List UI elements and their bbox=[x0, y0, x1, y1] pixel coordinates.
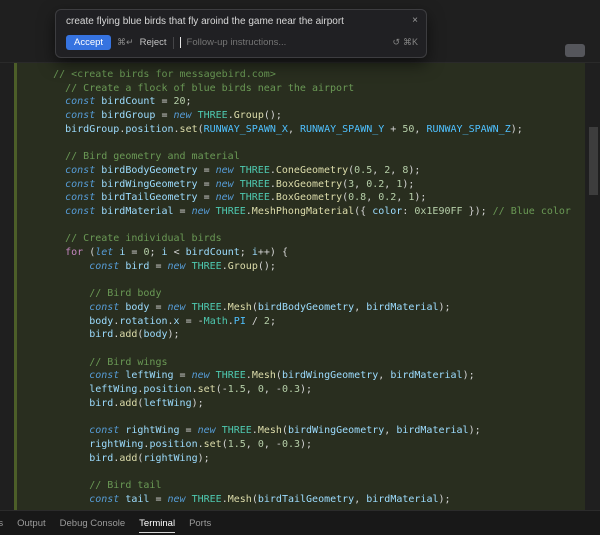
followup-keybind-group: ↺ ⌘K bbox=[392, 37, 418, 48]
code-line: body.rotation.x = -Math.PI / 2; bbox=[89, 315, 276, 327]
code-line: const body = new THREE.Mesh(birdBodyGeom… bbox=[89, 301, 451, 313]
code-area[interactable]: // <create birds for messagebird.com> //… bbox=[14, 63, 585, 510]
panel-tab-debug-console[interactable]: Debug Console bbox=[60, 514, 126, 532]
code-line: const birdWingGeometry = new THREE.BoxGe… bbox=[65, 178, 415, 190]
code-line: rightWing.position.set(1.5, 0, -0.3); bbox=[89, 438, 313, 450]
followup-keybind: ⌘K bbox=[402, 37, 418, 47]
text-caret bbox=[179, 37, 181, 48]
code-line: bird.add(body); bbox=[89, 329, 180, 341]
popup-prompt-row: create flying blue birds that fly aroind… bbox=[56, 10, 426, 31]
popup-actions-row: Accept ⌘↵ Reject ↺ ⌘K bbox=[56, 31, 426, 57]
panel-tab-problems[interactable]: Problems bbox=[0, 514, 3, 532]
code-line: bird.add(leftWing); bbox=[89, 397, 204, 409]
code-line: const rightWing = new THREE.Mesh(birdWin… bbox=[89, 425, 481, 437]
code-line: // Bird wings bbox=[89, 356, 168, 368]
inline-edit-popup: create flying blue birds that fly aroind… bbox=[55, 9, 427, 58]
code-line: leftWing.position.set(-1.5, 0, -0.3); bbox=[89, 384, 313, 396]
panel-tab-ports[interactable]: Ports bbox=[189, 514, 211, 532]
editor-region: // <create birds for messagebird.com> //… bbox=[0, 62, 600, 510]
panel-tab-terminal[interactable]: Terminal bbox=[139, 514, 176, 533]
panel-tabs: Problems Output Debug Console Terminal Ports bbox=[0, 514, 225, 533]
code-line: bird.add(rightWing); bbox=[89, 452, 210, 464]
code-line: // Bird body bbox=[89, 288, 162, 300]
history-icon: ↺ bbox=[392, 37, 400, 47]
code-line: // <create birds for messagebird.com> bbox=[53, 69, 276, 80]
code-line: birdGroup.position.set(RUNWAY_SPAWN_X, R… bbox=[65, 123, 523, 135]
divider bbox=[172, 36, 174, 49]
code-line: // Bird geometry and material bbox=[65, 151, 240, 163]
reject-button[interactable]: Reject bbox=[140, 37, 167, 48]
accept-button[interactable]: Accept bbox=[66, 35, 112, 50]
panel-tab-output[interactable]: Output bbox=[17, 514, 46, 532]
code-line: const birdMaterial = new THREE.MeshPhong… bbox=[65, 206, 571, 218]
code-line: const tail = new THREE.Mesh(birdTailGeom… bbox=[89, 493, 451, 505]
code-line: const birdTailGeometry = new THREE.BoxGe… bbox=[65, 192, 427, 204]
code-line: const bird = new THREE.Group(); bbox=[89, 260, 276, 272]
scrollbar-thumb[interactable] bbox=[589, 127, 598, 195]
code-line: // Create individual birds bbox=[65, 233, 222, 245]
overlay-chip[interactable] bbox=[565, 44, 585, 57]
panel-tab-bar: Problems Output Debug Console Terminal Ports bbox=[0, 510, 600, 535]
vscode-window: { "popup": { "prompt": "create flying bl… bbox=[0, 0, 600, 535]
code-line: const birdGroup = new THREE.Group(); bbox=[65, 110, 282, 122]
code-line: for (let i = 0; i < birdCount; i++) { bbox=[65, 247, 288, 259]
code-line: const leftWing = new THREE.Mesh(birdWing… bbox=[89, 370, 475, 382]
code-line: // Create a flock of blue birds near the… bbox=[65, 82, 355, 94]
accept-keybind: ⌘↵ bbox=[117, 37, 134, 47]
code-line: // Bird tail bbox=[89, 480, 162, 491]
followup-input[interactable] bbox=[186, 37, 335, 48]
close-icon[interactable]: × bbox=[412, 16, 418, 26]
prompt-text: create flying blue birds that fly aroind… bbox=[66, 16, 344, 27]
code-line: const birdCount = 20; bbox=[65, 96, 192, 108]
code-line: const birdBodyGeometry = new THREE.ConeG… bbox=[65, 164, 421, 176]
